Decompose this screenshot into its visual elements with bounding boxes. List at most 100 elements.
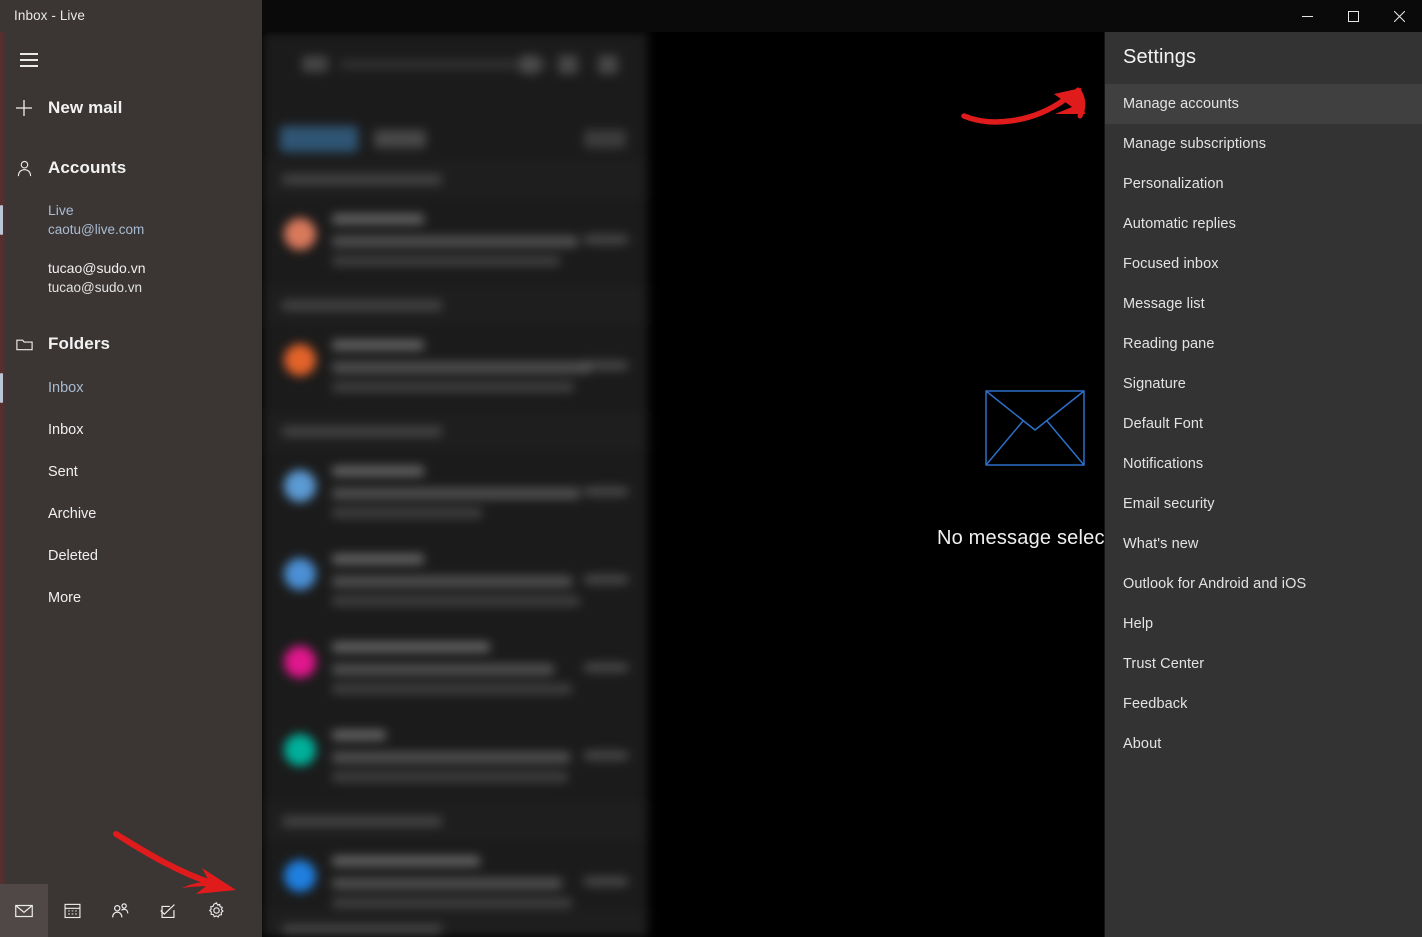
folder-label: Archive — [48, 506, 97, 522]
account-item-sudo[interactable]: tucao@sudo.vn tucao@sudo.vn — [0, 254, 262, 302]
settings-panel: Settings Manage accounts Manage subscrip… — [1104, 32, 1422, 937]
appbar-tasks-button[interactable] — [144, 884, 192, 937]
inbox-tabs[interactable] — [262, 120, 648, 158]
date-line — [584, 877, 628, 886]
settings-item-default-font[interactable]: Default Font — [1105, 404, 1422, 444]
folder-label: Inbox — [48, 380, 84, 396]
appbar-calendar-button[interactable] — [48, 884, 96, 937]
sender-line — [332, 554, 424, 564]
folders-header-label: Folders — [48, 334, 111, 353]
sidebar-folder-deleted[interactable]: Deleted — [0, 535, 262, 577]
settings-item-whats-new[interactable]: What's new — [1105, 524, 1422, 564]
settings-item-about[interactable]: About — [1105, 724, 1422, 764]
date-line — [584, 751, 628, 760]
maximize-button[interactable] — [1330, 0, 1376, 32]
settings-item-signature[interactable]: Signature — [1105, 364, 1422, 404]
window-controls — [1284, 0, 1422, 32]
message-list-item[interactable] — [262, 324, 648, 412]
window-title: Inbox - Live — [14, 8, 85, 23]
appbar-settings-button[interactable] — [192, 884, 240, 937]
sender-line — [332, 730, 386, 740]
account-name: tucao@sudo.vn — [48, 260, 146, 276]
new-mail-label: New mail — [48, 98, 123, 117]
settings-menu: Manage accounts Manage subscriptions Per… — [1105, 84, 1422, 764]
title-bar: Inbox - Live — [0, 0, 1422, 32]
mail-icon — [13, 900, 35, 922]
accounts-header[interactable]: Accounts — [0, 148, 262, 188]
avatar — [284, 218, 316, 250]
hamburger-menu-button[interactable] — [8, 42, 50, 78]
settings-item-reading-pane[interactable]: Reading pane — [1105, 324, 1422, 364]
filter-icon[interactable] — [598, 55, 618, 74]
new-mail-button[interactable]: New mail — [0, 88, 262, 128]
select-mode-icon[interactable] — [558, 55, 578, 74]
search-icon — [302, 56, 328, 72]
tab-other[interactable] — [374, 130, 426, 148]
sidebar-folder-archive[interactable]: Archive — [0, 493, 262, 535]
message-group-header — [262, 910, 648, 937]
appbar-people-button[interactable] — [96, 884, 144, 937]
account-email: tucao@sudo.vn — [48, 280, 143, 295]
sidebar-folder-inbox-1[interactable]: Inbox — [0, 367, 262, 409]
message-list-item[interactable] — [262, 538, 648, 626]
sender-line — [332, 340, 424, 350]
settings-item-manage-subscriptions[interactable]: Manage subscriptions — [1105, 124, 1422, 164]
sidebar-folder-more[interactable]: More — [0, 577, 262, 619]
preview-line — [332, 508, 482, 518]
settings-item-personalization[interactable]: Personalization — [1105, 164, 1422, 204]
navigation-sidebar: New mail Accounts Live caotu@live.com tu… — [0, 0, 262, 937]
tab-focused[interactable] — [280, 126, 358, 152]
sync-icon[interactable] — [520, 55, 540, 74]
selection-indicator — [0, 373, 3, 403]
settings-item-email-security[interactable]: Email security — [1105, 484, 1422, 524]
date-line — [584, 235, 628, 244]
avatar — [284, 470, 316, 502]
settings-item-notifications[interactable]: Notifications — [1105, 444, 1422, 484]
search-row[interactable] — [262, 42, 648, 86]
appbar-mail-button[interactable] — [0, 884, 48, 937]
settings-item-help[interactable]: Help — [1105, 604, 1422, 644]
search-input[interactable] — [340, 60, 548, 69]
message-list-item[interactable] — [262, 626, 648, 714]
subject-line — [332, 878, 562, 889]
folders-header[interactable]: Folders — [0, 324, 262, 364]
preview-line — [332, 898, 572, 908]
avatar — [284, 558, 316, 590]
minimize-button[interactable] — [1284, 0, 1330, 32]
sidebar-folder-sent[interactable]: Sent — [0, 451, 262, 493]
message-group-header — [262, 412, 648, 450]
subject-line — [332, 576, 572, 587]
date-line — [584, 575, 628, 584]
settings-item-focused-inbox[interactable]: Focused inbox — [1105, 244, 1422, 284]
message-list-item[interactable] — [262, 450, 648, 538]
settings-item-outlook-mobile[interactable]: Outlook for Android and iOS — [1105, 564, 1422, 604]
avatar — [284, 860, 316, 892]
subject-line — [332, 236, 578, 247]
settings-item-feedback[interactable]: Feedback — [1105, 684, 1422, 724]
sidebar-folder-inbox-2[interactable]: Inbox — [0, 409, 262, 451]
date-line — [584, 663, 628, 672]
tab-filter-control[interactable] — [584, 130, 626, 148]
message-list-item[interactable] — [262, 714, 648, 802]
settings-item-manage-accounts[interactable]: Manage accounts — [1105, 84, 1422, 124]
settings-item-automatic-replies[interactable]: Automatic replies — [1105, 204, 1422, 244]
avatar — [284, 646, 316, 678]
settings-item-trust-center[interactable]: Trust Center — [1105, 644, 1422, 684]
outlook-mail-window: Inbox - Live New mail Accounts Live caot… — [0, 0, 1422, 937]
avatar — [284, 344, 316, 376]
person-icon — [0, 159, 48, 178]
message-group-header — [262, 286, 648, 324]
bottom-app-bar — [0, 884, 262, 937]
account-item-live[interactable]: Live caotu@live.com — [0, 196, 262, 244]
message-group-header — [262, 802, 648, 840]
close-button[interactable] — [1376, 0, 1422, 32]
settings-item-message-list[interactable]: Message list — [1105, 284, 1422, 324]
message-list-item[interactable] — [262, 198, 648, 286]
subject-line — [332, 664, 554, 675]
avatar — [284, 734, 316, 766]
date-line — [584, 361, 628, 370]
folder-label: Deleted — [48, 548, 98, 564]
plus-icon — [0, 98, 48, 118]
message-list-pane[interactable] — [262, 32, 648, 937]
account-name: Live — [48, 202, 74, 218]
